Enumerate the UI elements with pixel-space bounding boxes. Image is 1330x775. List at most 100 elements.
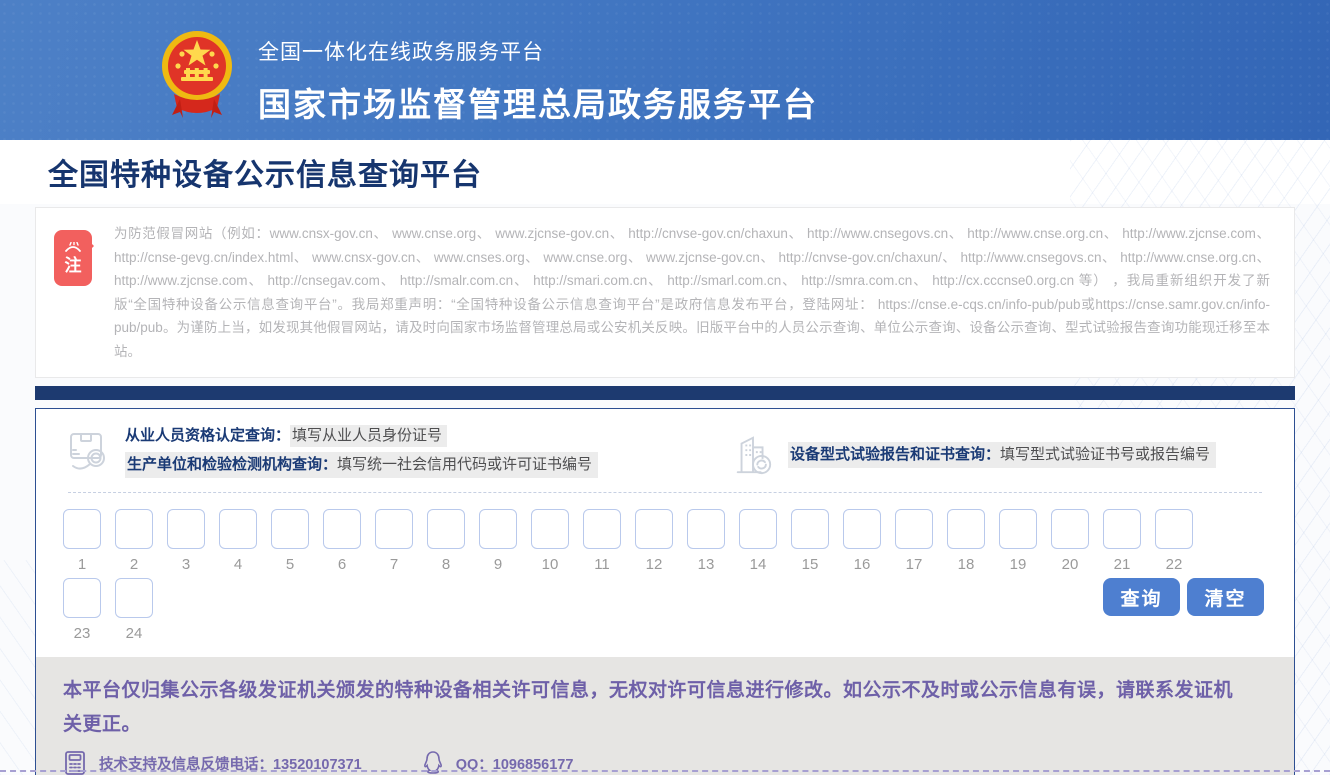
platform-tagline: 全国一体化在线政务服务平台 — [258, 36, 818, 66]
unit-query-label: 生产单位和检验检测机构查询： — [127, 456, 337, 473]
smiley-face-icon — [62, 242, 84, 254]
code-input-area: 123456789101112131415161718192021222324 … — [36, 493, 1294, 645]
query-hints-row: 从业人员资格认定查询：填写从业人员身份证号 生产单位和检验检测机构查询：填写统一… — [36, 423, 1294, 478]
cell-number: 16 — [854, 556, 871, 574]
disclaimer-footer: 本平台仅归集公示各级发证机关颁发的特种设备相关许可信息，无权对许可信息进行修改。… — [36, 657, 1294, 775]
equipment-hint-group: 设备型式试验报告和证书查询：填写型式试验证书号或报告编号 — [732, 431, 1216, 478]
cell-number: 7 — [390, 556, 398, 574]
package-search-icon — [63, 428, 111, 476]
disclaimer-text: 本平台仅归集公示各级发证机关颁发的特种设备相关许可信息，无权对许可信息进行修改。… — [63, 674, 1248, 742]
cell-number: 14 — [750, 556, 767, 574]
code-input-cell: 20 — [1051, 509, 1089, 574]
cell-number: 20 — [1062, 556, 1079, 574]
unit-query-line: 生产单位和检验检测机构查询：填写统一社会信用代码或许可证书编号 — [125, 452, 598, 478]
code-char-input-14[interactable] — [739, 509, 777, 549]
code-input-cell: 10 — [531, 509, 569, 574]
code-input-cell: 18 — [947, 509, 985, 574]
code-char-input-21[interactable] — [1103, 509, 1141, 549]
code-char-input-3[interactable] — [167, 509, 205, 549]
code-cells: 123456789101112131415161718192021222324 — [63, 509, 1218, 643]
code-input-cell: 5 — [271, 509, 309, 574]
code-char-input-9[interactable] — [479, 509, 517, 549]
code-char-input-17[interactable] — [895, 509, 933, 549]
equipment-query-line: 设备型式试验报告和证书查询：填写型式试验证书号或报告编号 — [788, 442, 1216, 468]
code-input-cell: 19 — [999, 509, 1037, 574]
cell-number: 3 — [182, 556, 190, 574]
code-char-input-10[interactable] — [531, 509, 569, 549]
cell-number: 17 — [906, 556, 923, 574]
code-char-input-1[interactable] — [63, 509, 101, 549]
code-input-cell: 16 — [843, 509, 881, 574]
title-band: 全国特种设备公示信息查询平台 — [0, 140, 1330, 204]
person-query-label: 从业人员资格认定查询： — [125, 427, 290, 444]
background-pattern-left — [0, 560, 40, 775]
notice-text: 为防范假冒网站（例如：www.cnsx-gov.cn、 www.cnse.org… — [114, 222, 1270, 363]
code-input-cell: 8 — [427, 509, 465, 574]
clear-button[interactable]: 清空 — [1187, 578, 1264, 616]
code-input-cell: 11 — [583, 509, 621, 574]
code-char-input-4[interactable] — [219, 509, 257, 549]
cell-number: 13 — [698, 556, 715, 574]
code-input-cell: 7 — [375, 509, 413, 574]
code-input-cell: 21 — [1103, 509, 1141, 574]
code-input-cell: 17 — [895, 509, 933, 574]
query-button[interactable]: 查询 — [1103, 578, 1180, 616]
code-char-input-11[interactable] — [583, 509, 621, 549]
code-char-input-22[interactable] — [1155, 509, 1193, 549]
code-char-input-12[interactable] — [635, 509, 673, 549]
person-unit-hint-group: 从业人员资格认定查询：填写从业人员身份证号 生产单位和检验检测机构查询：填写统一… — [63, 425, 598, 478]
code-input-cell: 2 — [115, 509, 153, 574]
code-char-input-5[interactable] — [271, 509, 309, 549]
page-title: 全国特种设备公示信息查询平台 — [48, 150, 482, 194]
code-input-cell: 9 — [479, 509, 517, 574]
code-input-cell: 3 — [167, 509, 205, 574]
cell-number: 1 — [78, 556, 86, 574]
equipment-query-hint: 填写型式试验证书号或报告编号 — [1000, 446, 1210, 463]
code-char-input-20[interactable] — [1051, 509, 1089, 549]
code-char-input-2[interactable] — [115, 509, 153, 549]
cell-number: 10 — [542, 556, 559, 574]
cell-number: 24 — [126, 625, 143, 643]
cell-number: 4 — [234, 556, 242, 574]
note-badge-label: 注 — [65, 257, 82, 274]
person-query-line: 从业人员资格认定查询：填写从业人员身份证号 — [125, 425, 598, 446]
action-buttons: 查询 清空 — [1103, 578, 1264, 616]
code-char-input-23[interactable] — [63, 578, 101, 618]
code-input-cell: 1 — [63, 509, 101, 574]
code-char-input-15[interactable] — [791, 509, 829, 549]
equipment-query-label: 设备型式试验报告和证书查询： — [790, 446, 1000, 463]
cell-number: 21 — [1114, 556, 1131, 574]
cell-number: 15 — [802, 556, 819, 574]
code-char-input-19[interactable] — [999, 509, 1037, 549]
code-char-input-16[interactable] — [843, 509, 881, 549]
navy-divider-bar — [35, 386, 1295, 400]
anti-fake-notice: 注 为防范假冒网站（例如：www.cnsx-gov.cn、 www.cnse.o… — [35, 207, 1295, 378]
code-char-input-18[interactable] — [947, 509, 985, 549]
cell-number: 11 — [594, 556, 610, 574]
site-header: 全国一体化在线政务服务平台 国家市场监督管理总局政务服务平台 — [0, 0, 1330, 140]
cell-number: 5 — [286, 556, 294, 574]
site-title: 国家市场监督管理总局政务服务平台 — [258, 78, 818, 126]
cell-number: 6 — [338, 556, 346, 574]
unit-query-hint: 填写统一社会信用代码或许可证书编号 — [337, 456, 592, 473]
cell-number: 23 — [74, 625, 91, 643]
code-char-input-6[interactable] — [323, 509, 361, 549]
code-char-input-24[interactable] — [115, 578, 153, 618]
person-query-hint: 填写从业人员身份证号 — [290, 425, 447, 447]
code-char-input-7[interactable] — [375, 509, 413, 549]
cell-number: 19 — [1010, 556, 1027, 574]
code-input-cell: 23 — [63, 578, 101, 643]
code-input-cell: 14 — [739, 509, 777, 574]
cell-number: 18 — [958, 556, 975, 574]
cell-number: 2 — [130, 556, 138, 574]
cell-number: 8 — [442, 556, 450, 574]
bottom-dashed-line — [0, 770, 1330, 772]
building-report-icon — [732, 434, 774, 476]
code-input-cell: 12 — [635, 509, 673, 574]
code-char-input-8[interactable] — [427, 509, 465, 549]
code-input-cell: 6 — [323, 509, 361, 574]
code-input-cell: 22 — [1155, 509, 1193, 574]
code-input-cell: 24 — [115, 578, 153, 643]
code-char-input-13[interactable] — [687, 509, 725, 549]
query-panel: 从业人员资格认定查询：填写从业人员身份证号 生产单位和检验检测机构查询：填写统一… — [35, 408, 1295, 775]
